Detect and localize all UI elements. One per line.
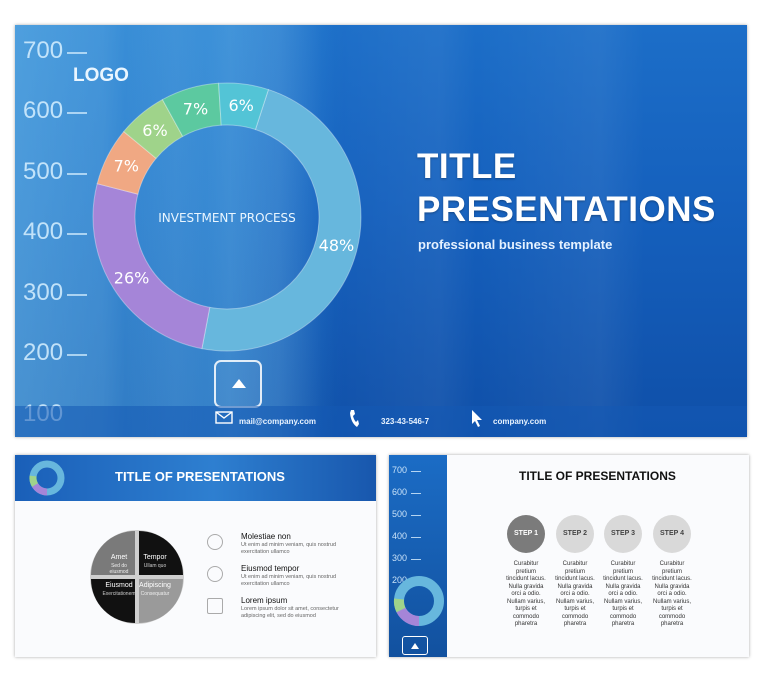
- axis-label: 300: [392, 553, 408, 563]
- cycle-label-amet: Amet: [110, 554, 128, 561]
- cycle-sub-amet: Sed do eiusmod: [109, 563, 129, 575]
- axis-label: 500: [392, 509, 408, 519]
- axis-tick: [411, 515, 421, 516]
- slide-title: TITLE OF PRESENTATIONS: [519, 469, 676, 483]
- cursor-icon: [472, 410, 482, 427]
- slide-side-strip: 700 600 500 400 300 200: [389, 455, 447, 657]
- slide-thumbnail-3[interactable]: 700 600 500 400 300 200 TITLE OF PRESENT…: [389, 455, 749, 657]
- row-text: Ut enim ad minim veniam, quis nostrud ex…: [241, 542, 337, 555]
- axis-tick: [411, 559, 421, 560]
- row-title: Molestiae non: [241, 532, 291, 541]
- arrow-up-icon: [232, 379, 246, 388]
- step-circle-3: STEP 3: [604, 515, 642, 553]
- row-text: Lorem ipsum dolor sit amet, consectetur …: [241, 606, 339, 619]
- slide-thumbnail-2[interactable]: TITLE OF PRESENTATIONS Amet Sed do eiusm…: [15, 455, 376, 657]
- axis-tick: [411, 471, 421, 472]
- slide-title: TITLE OF PRESENTATIONS: [115, 469, 285, 484]
- footer-phone: 323-43-546-7: [381, 417, 430, 426]
- calendar-icon: [207, 598, 223, 614]
- footer-email[interactable]: mail@company.com: [239, 417, 316, 426]
- cycle-sub-tempor: Ullam quo: [143, 563, 167, 569]
- step-text-1: Curabitur pretium tincidunt lacus. Nulla…: [506, 561, 546, 627]
- row-title: Lorem ipsum: [241, 596, 288, 605]
- mini-donut-icon: [29, 460, 65, 496]
- presentation-title-line2: PRESENTATIONS: [417, 190, 716, 229]
- step-text-4: Curabitur pretium tincidunt lacus. Nulla…: [652, 561, 692, 627]
- presentation-subtitle: professional business template: [418, 237, 613, 252]
- footer-website[interactable]: company.com: [493, 417, 546, 426]
- axis-label: 700: [392, 465, 408, 475]
- axis-tick: [411, 493, 421, 494]
- mini-donut-icon: [393, 576, 444, 627]
- donut-segment-label: 7%: [183, 99, 208, 118]
- cycle-label-eiusmod: Eiusmod: [105, 582, 133, 589]
- donut-segment-label: 6%: [142, 121, 167, 140]
- step-circle-4: STEP 4: [653, 515, 691, 553]
- presentation-title-line1: TITLE: [417, 147, 517, 186]
- donut-segment-label: 26%: [114, 269, 150, 288]
- donut-chart: 48%26%7%6%7% 6% INVESTMENT PROCESS: [92, 82, 362, 352]
- row-title: Eiusmod tempor: [241, 564, 300, 573]
- step-circle-1: STEP 1: [507, 515, 545, 553]
- donut-segment-label: 7%: [114, 157, 139, 176]
- donut-segment-label: 48%: [319, 236, 355, 255]
- axis-tick: [411, 537, 421, 538]
- scroll-up-button[interactable]: [402, 636, 428, 655]
- step-circle-2: STEP 2: [556, 515, 594, 553]
- axis-label: 600: [392, 487, 408, 497]
- footer-bar: mail@company.com 323-43-546-7 company.co…: [15, 406, 747, 437]
- step-text-2: Curabitur pretium tincidunt lacus. Nulla…: [555, 561, 595, 627]
- cycle-label-tempor: Tempor: [143, 554, 167, 561]
- cycle-sub-adipiscing: Consequatur: [140, 591, 170, 597]
- cloud-icon: [207, 566, 223, 582]
- mail-icon: [215, 411, 233, 424]
- axis-label: 400: [392, 531, 408, 541]
- arrow-up-icon: [411, 643, 419, 649]
- step-text-3: Curabitur pretium tincidunt lacus. Nulla…: [603, 561, 643, 627]
- donut-center-label: INVESTMENT PROCESS: [158, 211, 296, 225]
- donut-segment-label: 6%: [228, 96, 253, 115]
- cycle-label-adipiscing: Adipiscing: [139, 582, 171, 589]
- row-text: Ut enim ad minim veniam, quis nostrud ex…: [241, 574, 337, 587]
- phone-icon: [350, 410, 359, 427]
- donut-segment: [92, 183, 211, 350]
- cycle-diagram: [90, 530, 184, 624]
- cycle-sub-eiusmod: Exercitationem: [102, 591, 136, 597]
- main-slide-preview: 700 600 500 400 300 200 100 LOGO 48%26%7…: [15, 25, 747, 437]
- scroll-up-button[interactable]: [214, 360, 262, 408]
- gear-icon: [207, 534, 223, 550]
